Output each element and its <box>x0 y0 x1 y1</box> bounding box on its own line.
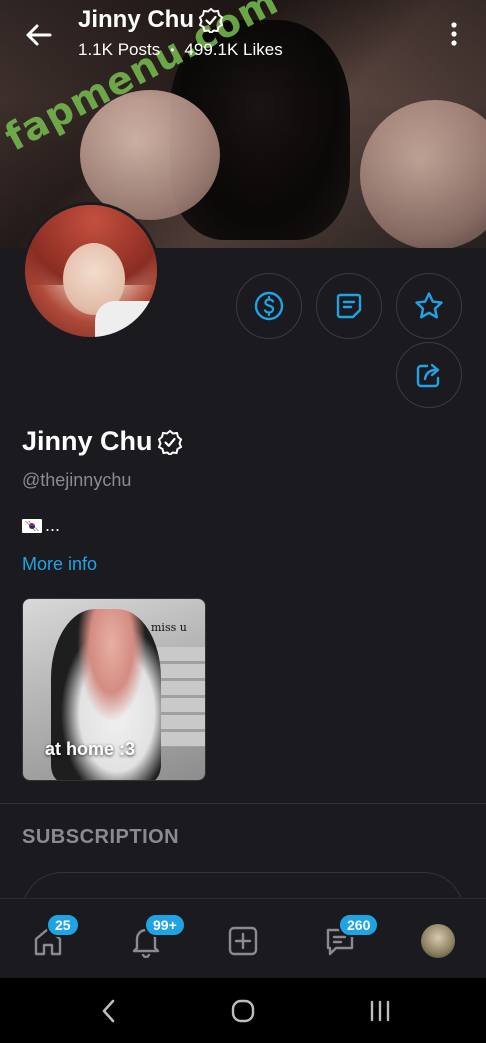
arrow-left-icon <box>26 24 52 46</box>
notifications-badge: 99+ <box>144 913 186 937</box>
dollar-circle-icon <box>254 291 284 321</box>
profile-screen: fapmenu.com Jinny Chu 1.1K Posts • 499.1… <box>0 0 486 978</box>
section-divider <box>0 803 486 804</box>
tip-button[interactable] <box>236 273 302 339</box>
nav-create-post[interactable] <box>223 921 263 961</box>
chevron-left-icon <box>102 999 115 1023</box>
star-icon <box>415 292 443 319</box>
profile-bio: ... <box>22 515 60 536</box>
back-button[interactable] <box>22 18 56 52</box>
verified-badge-icon <box>157 429 182 455</box>
nav-messages[interactable]: 260 <box>320 913 380 961</box>
share-button[interactable] <box>396 342 462 408</box>
home-circle-icon <box>231 999 255 1023</box>
more-vertical-icon <box>451 22 457 46</box>
recents-icon <box>370 1000 390 1022</box>
story-caption: at home :3 <box>45 739 136 759</box>
profile-handle: @thejinnychu <box>22 470 132 490</box>
my-avatar <box>421 924 455 958</box>
top-bar: Jinny Chu 1.1K Posts • 499.1K Likes <box>0 0 486 70</box>
bio-text: ... <box>45 515 61 535</box>
notes-button[interactable] <box>316 273 382 339</box>
header-stats: 1.1K Posts • 499.1K Likes <box>78 40 283 60</box>
header-name: Jinny Chu <box>78 6 195 33</box>
likes-count: 499.1K Likes <box>184 40 283 59</box>
system-home-button[interactable] <box>228 996 258 1026</box>
verified-badge-icon <box>198 7 224 33</box>
stats-separator: • <box>170 43 175 57</box>
system-navigation-bar <box>0 978 486 1043</box>
nav-home[interactable]: 25 <box>28 913 80 961</box>
subscription-heading: SUBSCRIPTION <box>22 826 180 848</box>
system-recents-button[interactable] <box>365 996 395 1026</box>
profile-name-row: Jinny Chu <box>22 426 183 457</box>
story-overlay-text: miss u <box>151 621 187 634</box>
posts-count: 1.1K Posts <box>78 40 161 59</box>
story-highlight[interactable]: miss u at home :3 <box>22 598 206 781</box>
system-back-button[interactable] <box>94 996 124 1026</box>
bottom-navigation: 25 99+ 260 <box>0 898 486 978</box>
nav-my-profile[interactable] <box>418 921 458 961</box>
more-info-link[interactable]: More info <box>22 554 97 575</box>
header-title: Jinny Chu <box>78 6 224 34</box>
profile-name: Jinny Chu <box>22 426 153 456</box>
add-square-icon <box>228 926 258 956</box>
avatar-shirt <box>95 301 157 337</box>
favorite-button[interactable] <box>396 273 462 339</box>
nav-notifications[interactable]: 99+ <box>126 913 186 961</box>
more-options-button[interactable] <box>446 20 462 48</box>
share-icon <box>416 363 440 388</box>
home-badge: 25 <box>46 913 80 937</box>
korea-flag-icon <box>22 518 42 533</box>
profile-avatar[interactable] <box>22 202 160 340</box>
messages-badge: 260 <box>338 913 380 937</box>
note-icon <box>336 293 362 319</box>
